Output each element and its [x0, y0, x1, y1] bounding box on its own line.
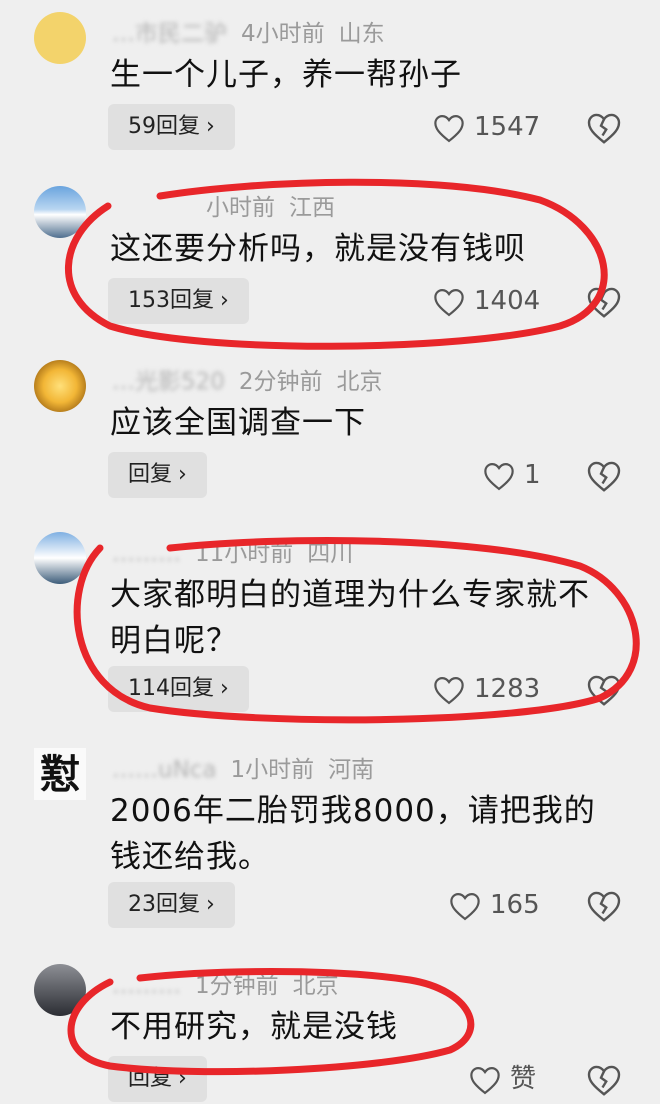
timestamp: 1小时前: [230, 757, 315, 783]
username[interactable]: …市民二驴: [112, 14, 227, 48]
timestamp: 1分钟前: [195, 973, 279, 999]
comment-text: 大家都明白的道理为什么专家就不明白呢？: [110, 577, 590, 659]
broken-heart-icon[interactable]: [586, 1062, 622, 1098]
reply-count-label: 59回复: [128, 114, 200, 139]
chevron-right-icon: ›: [178, 462, 187, 487]
heart-icon: [450, 892, 480, 920]
avatar-glyph: 懟: [40, 751, 80, 798]
avatar[interactable]: [34, 186, 86, 238]
username[interactable]: …光影520: [112, 362, 225, 396]
heart-icon: [484, 462, 514, 490]
timestamp: 小时前: [206, 195, 275, 221]
comment-text: 应该全国调查一下: [110, 405, 366, 441]
comment-text: 2006年二胎罚我8000，请把我的钱还给我。: [110, 793, 596, 875]
broken-heart-icon[interactable]: [586, 672, 622, 708]
reply-count-label: 114回复: [128, 676, 214, 701]
comment-item: …光影520 2分钟前 北京 应该全国调查一下 回复 › 1: [0, 360, 660, 510]
like-button[interactable]: 1404: [432, 278, 540, 324]
comment-meta: 小时前 江西: [112, 188, 335, 222]
reply-button[interactable]: 回复 ›: [108, 1056, 207, 1102]
comment-feed: …市民二驴 4小时前 山东 生一个儿子，养一帮孙子 59回复 › 1547 小时前 江西…: [0, 0, 660, 1104]
comment-item: ……… 1分钟前 北京 不用研究，就是没钱 回复 › 赞: [0, 964, 660, 1104]
reply-button[interactable]: 59回复 ›: [108, 104, 235, 150]
location: 北京: [292, 973, 339, 999]
chevron-right-icon: ›: [206, 892, 215, 917]
username[interactable]: ………: [112, 973, 181, 999]
broken-heart-icon[interactable]: [586, 284, 622, 320]
comment-text: 这还要分析吗，就是没有钱呗: [110, 231, 526, 267]
comment-meta: …光影520 2分钟前 北京: [112, 362, 383, 396]
avatar[interactable]: 懟: [34, 748, 86, 800]
chevron-right-icon: ›: [220, 288, 229, 313]
avatar[interactable]: [34, 360, 86, 412]
reply-button[interactable]: 114回复 ›: [108, 666, 249, 712]
reply-count-label: 153回复: [128, 288, 214, 313]
chevron-right-icon: ›: [178, 1066, 187, 1091]
reply-button[interactable]: 23回复 ›: [108, 882, 235, 928]
username[interactable]: [112, 195, 192, 215]
reply-button[interactable]: 回复 ›: [108, 452, 207, 498]
location: 北京: [336, 369, 383, 395]
comment-item: 懟 ……uNca 1小时前 河南 2006年二胎罚我8000，请把我的钱还给我。 2…: [0, 748, 660, 938]
like-button[interactable]: 165: [448, 882, 540, 928]
comment-item: 小时前 江西 这还要分析吗，就是没有钱呗 153回复 › 1404: [0, 186, 660, 336]
comment-meta: ……uNca 1小时前 河南: [112, 750, 374, 784]
heart-icon: [434, 288, 464, 316]
location: 四川: [307, 541, 354, 567]
timestamp: 11小时前: [195, 541, 294, 567]
reply-count-label: 回复: [128, 1066, 173, 1091]
comment-meta: …市民二驴 4小时前 山东: [112, 14, 385, 48]
like-count: 165: [490, 890, 540, 920]
username[interactable]: ………: [112, 541, 181, 567]
comment-meta: ……… 11小时前 四川: [112, 534, 353, 568]
like-count: 赞: [510, 1064, 537, 1094]
like-button[interactable]: 1283: [432, 666, 540, 712]
reply-count-label: 23回复: [128, 892, 200, 917]
location: 河南: [328, 757, 375, 783]
comment-item: ……… 11小时前 四川 大家都明白的道理为什么专家就不明白呢？ 114回复 › 12…: [0, 532, 660, 722]
like-count: 1: [524, 460, 541, 490]
avatar[interactable]: [34, 12, 86, 64]
like-count: 1404: [474, 286, 541, 316]
heart-icon: [434, 676, 464, 704]
username[interactable]: ……uNca: [112, 757, 217, 783]
comment-meta: ……… 1分钟前 北京: [112, 966, 339, 1000]
broken-heart-icon[interactable]: [586, 458, 622, 494]
comment-text: 不用研究，就是没钱: [110, 1009, 398, 1045]
avatar[interactable]: [34, 532, 86, 584]
timestamp: 2分钟前: [238, 369, 323, 395]
heart-icon: [434, 114, 464, 142]
location: 山东: [338, 21, 385, 47]
location: 江西: [289, 195, 335, 221]
broken-heart-icon[interactable]: [586, 110, 622, 146]
comment-item: …市民二驴 4小时前 山东 生一个儿子，养一帮孙子 59回复 › 1547: [0, 12, 660, 162]
reply-count-label: 回复: [128, 462, 173, 487]
like-button[interactable]: 1: [482, 452, 541, 498]
chevron-right-icon: ›: [206, 114, 215, 139]
heart-icon: [470, 1066, 500, 1094]
chevron-right-icon: ›: [220, 676, 229, 701]
broken-heart-icon[interactable]: [586, 888, 622, 924]
like-button[interactable]: 赞: [468, 1056, 536, 1102]
avatar[interactable]: [34, 964, 86, 1016]
like-count: 1283: [474, 674, 541, 704]
timestamp: 4小时前: [241, 21, 325, 47]
reply-button[interactable]: 153回复 ›: [108, 278, 249, 324]
like-count: 1547: [474, 112, 541, 142]
comment-text: 生一个儿子，养一帮孙子: [110, 57, 462, 93]
like-button[interactable]: 1547: [432, 104, 540, 150]
